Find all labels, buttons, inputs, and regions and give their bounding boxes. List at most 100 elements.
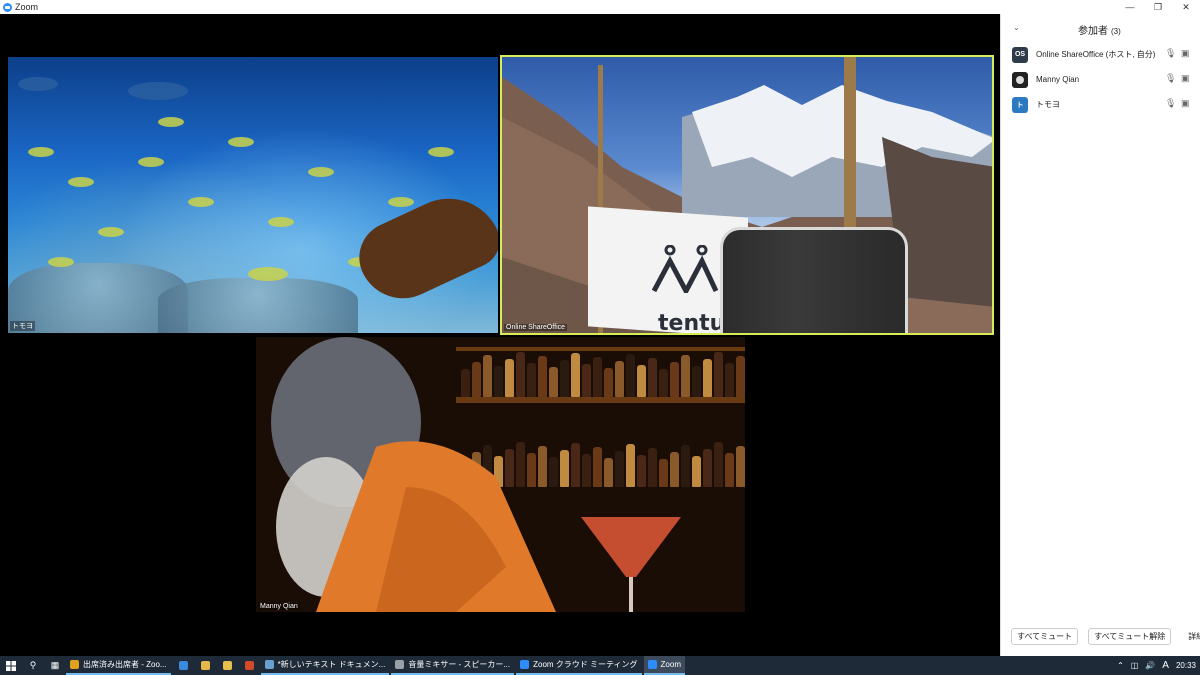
close-icon[interactable]: ✕: [1172, 0, 1200, 14]
participants-footer: すべてミュート すべてミュート解除 詳細 ⌄: [1001, 626, 1200, 646]
tentu-logo-icon: [652, 245, 718, 293]
fish-decor: [138, 157, 164, 167]
more-options-button[interactable]: 詳細 ⌄: [1183, 628, 1200, 644]
taskbar-app[interactable]: Zoom クラウド ミーティング: [516, 656, 642, 675]
app-icon: [70, 660, 79, 669]
fish-decor: [188, 197, 214, 207]
windows-start-icon[interactable]: [0, 656, 22, 675]
zoom-logo-icon: [3, 2, 12, 12]
chevron-up-icon[interactable]: ⌃: [1117, 661, 1124, 670]
search-icon[interactable]: ⚲: [22, 656, 44, 675]
microphone-icon[interactable]: 🎙: [1165, 48, 1176, 59]
minimize-icon[interactable]: —: [1116, 0, 1144, 14]
cocktail-glass-decor: [581, 517, 681, 612]
video-camera-icon[interactable]: ▣: [1181, 48, 1190, 59]
bottle-decor: [681, 355, 690, 397]
bottle-decor: [692, 456, 701, 487]
bottle-decor: [681, 445, 690, 487]
participant-name-label: Online ShareOffice: [504, 324, 568, 331]
hand-decor: [347, 181, 498, 313]
participant-list: OS Online ShareOffice (ホスト, 自分) 🎙 ▣ Manny Qi…: [1001, 42, 1200, 117]
taskbar-app-label: 音量ミキサー - スピーカー...: [408, 660, 511, 669]
participants-title-text: 参加者: [1078, 26, 1108, 37]
more-options-label: 詳細: [1188, 631, 1200, 641]
chevron-down-icon[interactable]: ⌄: [1013, 23, 1020, 32]
taskbar-app-label: *新しいテキスト ドキュメン...: [277, 660, 386, 669]
taskbar-app-label: Zoom クラウド ミーティング: [533, 660, 638, 669]
fish-decor: [428, 147, 454, 157]
bottle-decor: [703, 449, 712, 487]
mute-all-button[interactable]: すべてミュート: [1011, 627, 1079, 645]
video-camera-icon[interactable]: ▣: [1181, 98, 1190, 109]
fish-decor: [128, 82, 188, 100]
restore-icon[interactable]: ❐: [1144, 0, 1172, 14]
reef-decor: [158, 278, 358, 333]
avatar: OS: [1012, 46, 1028, 63]
flag-text: tentu: [658, 311, 726, 335]
bottle-decor: [604, 458, 613, 487]
taskbar-app-label: Zoom: [660, 660, 681, 669]
windows-taskbar: ⚲ ▦ 出席済み出席者 - Zoo... *新しいテキスト ドキュメン... 音量ミ…: [0, 656, 1200, 675]
fish-decor: [388, 197, 414, 207]
taskbar-app[interactable]: 出席済み出席者 - Zoo...: [66, 656, 171, 675]
taskbar-app[interactable]: *新しいテキスト ドキュメン...: [260, 656, 390, 675]
app-icon: [520, 660, 530, 669]
bottle-decor: [637, 365, 646, 397]
avatar-icon: [1012, 71, 1028, 88]
bottle-decor: [692, 366, 701, 397]
folder-icon[interactable]: [195, 656, 217, 675]
fish-decor: [158, 117, 184, 127]
app-icon: [264, 660, 274, 669]
participants-panel: ⌄ 参加者 (3) OS Online ShareOffice (ホスト, 自分) 🎙…: [1000, 14, 1200, 656]
participant-row[interactable]: Manny Qian 🎙 ▣: [1001, 67, 1200, 92]
app-icon[interactable]: [239, 656, 261, 675]
bottle-decor: [703, 359, 712, 397]
app-icon: [647, 660, 657, 669]
fish-decor: [28, 147, 54, 157]
bottle-decor: [714, 352, 723, 397]
microphone-icon[interactable]: 🎙: [1165, 98, 1176, 109]
fish-decor: [308, 167, 334, 177]
system-tray: ⌃ ◫ 🔊 A 20:33: [1117, 656, 1196, 675]
participant-row[interactable]: トトモヨ 🎙 ▣: [1001, 92, 1200, 117]
participant-row[interactable]: OS Online ShareOffice (ホスト, 自分) 🎙 ▣: [1001, 42, 1200, 67]
bottle-decor: [725, 453, 734, 487]
video-gallery: トモヨ tentu Online ShareOffice Manny Qian: [0, 14, 1000, 656]
task-view-icon[interactable]: ▦: [44, 656, 66, 675]
bottle-decor: [714, 442, 723, 487]
video-tile-online-shareoffice[interactable]: tentu Online ShareOffice: [500, 55, 994, 335]
bottle-decor: [670, 452, 679, 487]
explorer-icon[interactable]: [217, 656, 239, 675]
bottle-decor: [615, 451, 624, 487]
network-icon[interactable]: ◫: [1131, 661, 1139, 670]
avatar: ト: [1012, 96, 1028, 113]
microphone-icon[interactable]: 🎙: [1165, 73, 1176, 84]
video-camera-icon[interactable]: ▣: [1181, 73, 1190, 84]
participant-name-label: Manny Qian: [258, 603, 300, 610]
bottle-decor: [659, 459, 668, 487]
participants-header: ⌄ 参加者 (3): [1001, 14, 1200, 42]
taskbar-app[interactable]: Zoom: [643, 656, 685, 675]
fish-decor: [48, 257, 74, 267]
video-tile-manny-qian[interactable]: Manny Qian: [256, 337, 745, 612]
taskbar-app[interactable]: 音量ミキサー - スピーカー...: [391, 656, 515, 675]
bottle-decor: [582, 454, 591, 487]
bottle-decor: [659, 369, 668, 397]
ime-indicator[interactable]: A: [1162, 660, 1169, 671]
ie-icon[interactable]: [173, 656, 195, 675]
video-tile-tomoyo[interactable]: トモヨ: [8, 57, 498, 333]
bottle-decor: [736, 446, 745, 487]
title-bar: Zoom — ❐ ✕: [0, 0, 1200, 14]
bottle-decor: [725, 363, 734, 397]
participants-title: 参加者 (3): [1078, 22, 1121, 37]
clock[interactable]: 20:33: [1176, 661, 1196, 670]
bottle-decor: [637, 455, 646, 487]
unmute-all-button[interactable]: すべてミュート解除: [1088, 627, 1172, 645]
taskbar-app-label: 出席済み出席者 - Zoo...: [83, 660, 167, 669]
window-title: Zoom: [15, 2, 39, 12]
volume-icon[interactable]: 🔊: [1145, 661, 1155, 670]
bottle-decor: [593, 447, 602, 487]
fish-decor: [268, 217, 294, 227]
bottle-decor: [582, 364, 591, 397]
participant-name-label: トモヨ: [10, 321, 35, 331]
